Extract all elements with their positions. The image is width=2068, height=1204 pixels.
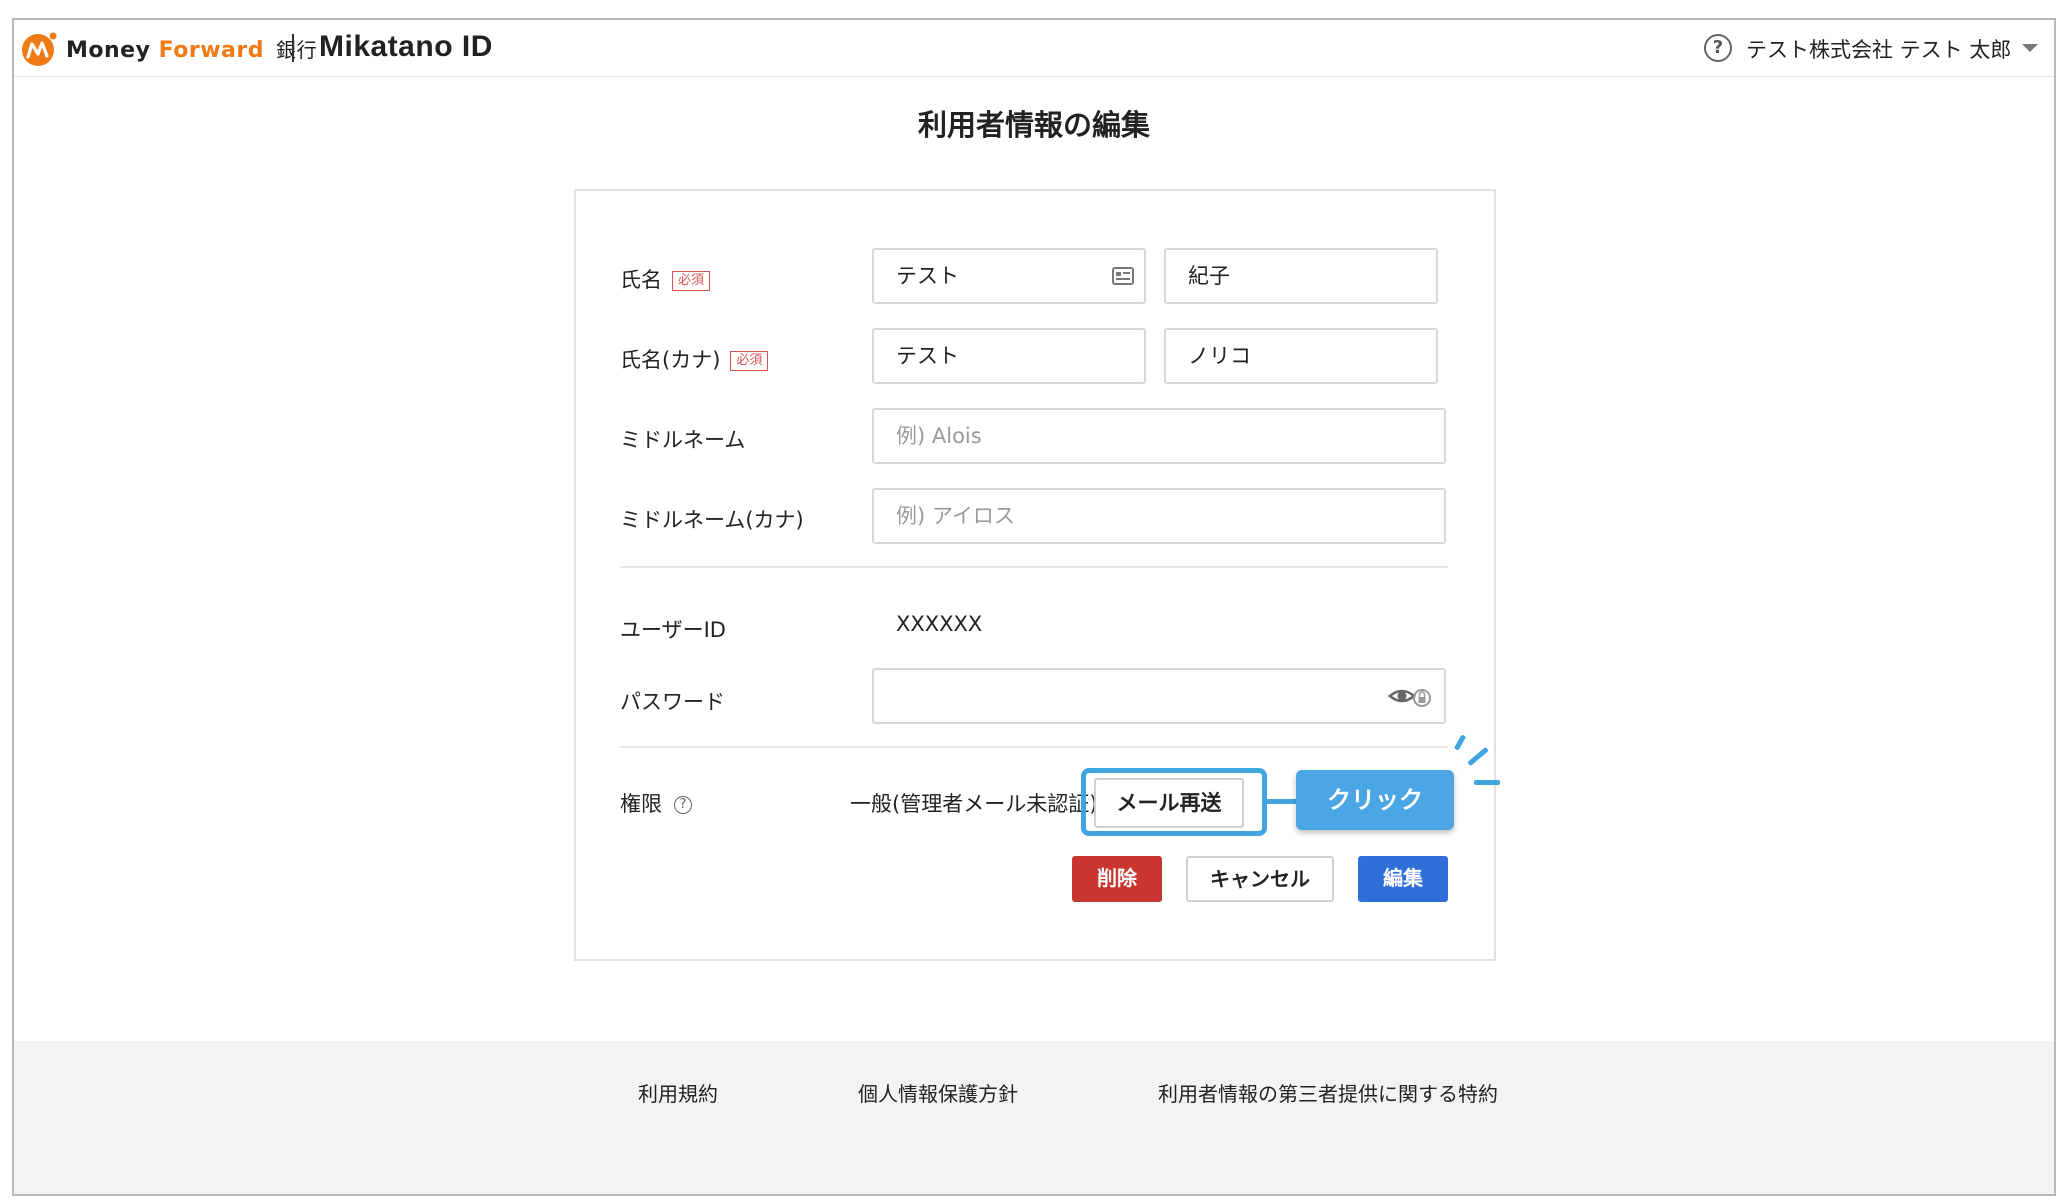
middle-name-label: ミドルネーム (620, 428, 746, 452)
sparkle-mark (1474, 780, 1500, 785)
page-title: 利用者情報の編集 (917, 108, 1150, 142)
mikatano-id-logo: Mikatano ID (319, 30, 493, 63)
middle-name-kana-input[interactable]: 例) アイロス (872, 488, 1446, 544)
role-value: 一般(管理者メール未認証) (850, 792, 1098, 816)
middle-name-input[interactable]: 例) Alois (872, 408, 1446, 464)
privacy-policy-link[interactable]: 個人情報保護方針 (858, 1078, 1018, 1107)
required-badge: 必須 (672, 271, 711, 291)
edit-button[interactable]: 編集 (1358, 856, 1448, 902)
name-label: 氏名 必須 (620, 264, 711, 294)
password-input[interactable] (872, 668, 1446, 724)
help-icon[interactable]: ? (674, 796, 692, 814)
last-name-kana-input[interactable]: テスト (872, 328, 1146, 384)
bank-brand: Money Forward 銀行 (66, 34, 317, 63)
cancel-button[interactable]: キャンセル (1186, 856, 1334, 902)
edit-form-card (574, 189, 1496, 961)
third-party-terms-link[interactable]: 利用者情報の第三者提供に関する特約 (1158, 1078, 1498, 1107)
first-name-kana-input[interactable]: ノリコ (1164, 328, 1438, 384)
chevron-down-icon[interactable] (2022, 44, 2038, 52)
section-divider (620, 566, 1448, 568)
header-divider (292, 34, 294, 62)
help-icon[interactable]: ? (1704, 34, 1732, 62)
user-id-value: XXXXXX (896, 612, 983, 636)
click-callout: クリック (1296, 770, 1454, 830)
required-badge: 必須 (730, 351, 769, 371)
callout-connector (1266, 799, 1296, 804)
top-header: Money Forward 銀行 Mikatano ID ? テスト株式会社 テ… (14, 20, 2054, 77)
terms-link[interactable]: 利用規約 (638, 1078, 718, 1107)
name-kana-label: 氏名(カナ) 必須 (620, 344, 769, 374)
contact-card-icon[interactable] (1112, 267, 1134, 285)
brand-forward: Forward (158, 38, 264, 63)
money-forward-logo-icon (22, 32, 57, 66)
brand-money: Money (66, 38, 151, 63)
section-divider (620, 746, 1448, 748)
user-menu[interactable]: テスト株式会社 テスト 太郎 (1746, 34, 2011, 64)
user-id-label: ユーザーID (620, 618, 726, 642)
eye-icon[interactable] (1388, 684, 1432, 710)
role-label: 権限? (620, 788, 692, 818)
brand-bank: 銀行 (276, 38, 318, 62)
name-kana-label-text: 氏名(カナ) (620, 348, 721, 372)
highlight-box (1081, 768, 1267, 836)
name-label-text: 氏名 (620, 268, 662, 292)
last-name-value: テスト (896, 264, 959, 288)
password-label: パスワード (620, 690, 725, 714)
role-label-text: 権限 (620, 792, 662, 816)
first-name-input[interactable]: 紀子 (1164, 248, 1438, 304)
last-name-input[interactable]: テスト (872, 248, 1146, 304)
middle-name-kana-label: ミドルネーム(カナ) (620, 508, 804, 532)
footer (14, 1041, 2054, 1194)
delete-button[interactable]: 削除 (1072, 856, 1162, 902)
